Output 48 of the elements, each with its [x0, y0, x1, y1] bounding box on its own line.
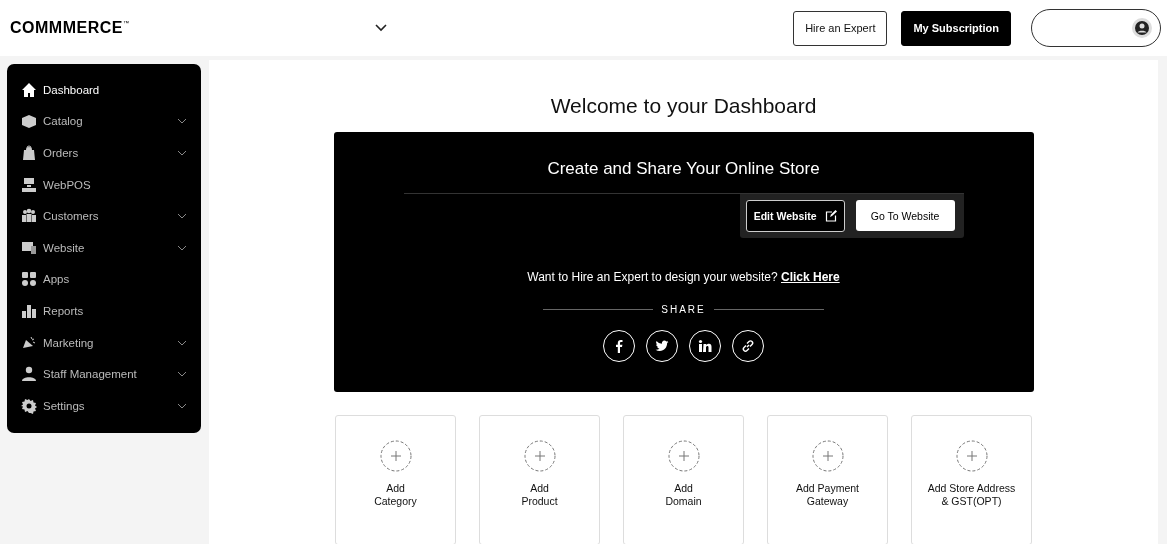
hire-expert-text: Want to Hire an Expert to design your website? Click Here	[527, 270, 840, 284]
edit-icon	[824, 210, 837, 222]
quick-action-card[interactable]: Add Domain	[623, 415, 744, 544]
person-icon	[21, 366, 37, 383]
sidebar-item[interactable]: Dashboard	[7, 74, 201, 106]
bar-chart-icon	[21, 302, 37, 319]
sidebar-item[interactable]: Settings	[7, 389, 201, 422]
quick-action-card[interactable]: Add Store Address & GST(OPT)	[911, 415, 1032, 544]
click-here-link[interactable]: Click Here	[781, 270, 840, 284]
add-icon	[523, 440, 556, 472]
sidebar-item[interactable]: Orders	[7, 137, 201, 169]
grid-icon	[21, 271, 37, 288]
hire-expert-button[interactable]: Hire an Expert	[793, 10, 888, 46]
home-icon	[21, 81, 37, 98]
bag-icon	[21, 145, 37, 161]
panel-title: Create and Share Your Online Store	[547, 159, 820, 179]
sidebar-item[interactable]: WebPOS	[7, 168, 201, 201]
go-to-website-button[interactable]: Go To Website	[855, 200, 955, 231]
chevron-down-icon[interactable]	[375, 24, 387, 32]
logo[interactable]: COMMMERCE	[10, 19, 123, 37]
card-label: Add Category	[374, 482, 417, 508]
quick-action-card[interactable]: Add Payment Gateway	[767, 415, 888, 544]
sidebar-item[interactable]: Marketing	[7, 326, 201, 359]
monitor-icon	[21, 239, 37, 256]
add-icon	[811, 440, 844, 472]
gear-icon	[21, 397, 37, 414]
sidebar-item[interactable]: Customers	[7, 200, 201, 232]
sidebar-item[interactable]: Catalog	[7, 105, 201, 138]
add-icon	[667, 440, 700, 472]
card-label: Add Payment Gateway	[795, 482, 859, 508]
card-label: Add Store Address & GST(OPT)	[927, 482, 1016, 508]
register-icon	[21, 176, 37, 193]
share-label: SHARE	[661, 304, 706, 315]
card-label: Add Product	[521, 482, 558, 508]
sidebar-item[interactable]: Website	[7, 231, 201, 264]
quick-action-card[interactable]: Add Category	[335, 415, 456, 544]
card-label: Add Domain	[665, 482, 702, 508]
subscription-button[interactable]: My Subscription	[901, 10, 1011, 46]
people-icon	[21, 208, 37, 225]
edit-website-button[interactable]: Edit Website	[745, 200, 845, 232]
quick-action-card[interactable]: Add Product	[479, 415, 600, 544]
sidebar-item[interactable]: Staff Management	[7, 358, 201, 390]
avatar-icon	[1132, 18, 1152, 38]
sidebar-item[interactable]: Apps	[7, 263, 201, 296]
page-title: Welcome to your Dashboard	[550, 94, 817, 118]
sidebar-item[interactable]: Reports	[7, 295, 201, 327]
add-icon	[379, 440, 412, 472]
add-icon	[955, 440, 988, 472]
